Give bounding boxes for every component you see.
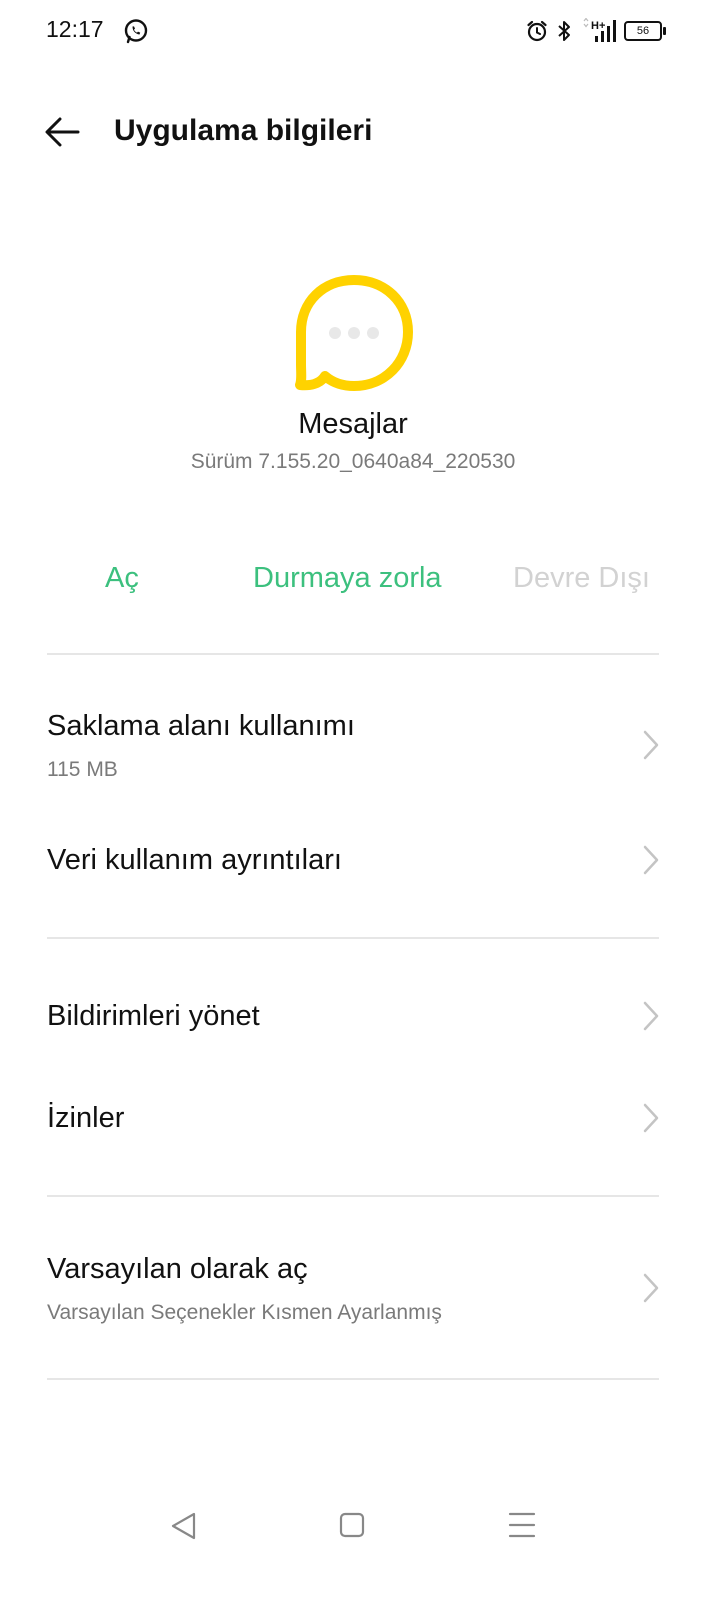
svg-text:H+: H+: [591, 20, 605, 32]
permissions-title: İzinler: [47, 1102, 125, 1134]
chevron-right-icon: [643, 845, 659, 875]
app-version: Sürüm 7.155.20_0640a84_220530: [190, 450, 516, 473]
home-square-icon[interactable]: [332, 1508, 372, 1544]
notifications-row[interactable]: Bildirimleri yönet: [0, 986, 720, 1046]
divider: [47, 1378, 659, 1380]
app-bar: Uygulama bilgileri: [0, 96, 720, 168]
open-by-default-subtitle: Varsayılan Seçenekler Kısmen Ayarlanmış: [47, 1301, 442, 1324]
force-stop-button[interactable]: Durmaya zorla: [253, 562, 442, 595]
status-bar: 12:17 H+ 56: [0, 0, 720, 64]
open-by-default-row[interactable]: Varsayılan olarak aç Varsayılan Seçenekl…: [0, 1243, 720, 1343]
bluetooth-icon: [558, 21, 570, 41]
status-icons: H+ 56: [526, 18, 666, 44]
menu-lines-icon[interactable]: [502, 1508, 542, 1544]
data-usage-row[interactable]: Veri kullanım ayrıntıları: [0, 830, 720, 890]
chevron-right-icon: [643, 1273, 659, 1303]
whatsapp-icon: [124, 19, 148, 44]
back-button[interactable]: [38, 110, 86, 154]
divider: [47, 653, 659, 655]
chat-bubble-icon: [295, 275, 413, 391]
divider: [47, 937, 659, 939]
app-name: Mesajlar: [298, 408, 408, 440]
page-title: Uygulama bilgileri: [114, 114, 373, 147]
disable-button: Devre Dışı: [513, 562, 650, 594]
chevron-right-icon: [643, 730, 659, 760]
notifications-title: Bildirimleri yönet: [47, 1000, 260, 1032]
open-by-default-title: Varsayılan olarak aç: [47, 1253, 308, 1285]
storage-usage-value: 115 MB: [47, 758, 118, 781]
divider: [47, 1195, 659, 1197]
permissions-row[interactable]: İzinler: [0, 1088, 720, 1148]
storage-usage-row[interactable]: Saklama alanı kullanımı 115 MB: [0, 700, 720, 800]
data-usage-title: Veri kullanım ayrıntıları: [47, 844, 342, 876]
status-time: 12:17: [46, 16, 104, 42]
storage-usage-title: Saklama alanı kullanımı: [47, 710, 355, 742]
chevron-right-icon: [643, 1001, 659, 1031]
signal-icon: H+: [583, 18, 616, 42]
system-navigation-bar: [0, 1490, 720, 1560]
arrow-left-icon: [45, 117, 80, 147]
battery-icon: 56: [624, 21, 666, 41]
back-triangle-icon[interactable]: [164, 1508, 204, 1544]
app-actions: Aç Durmaya zorla Devre Dışı: [0, 562, 720, 606]
chevron-right-icon: [643, 1103, 659, 1133]
alarm-icon: [527, 20, 547, 42]
open-button[interactable]: Aç: [105, 562, 139, 595]
